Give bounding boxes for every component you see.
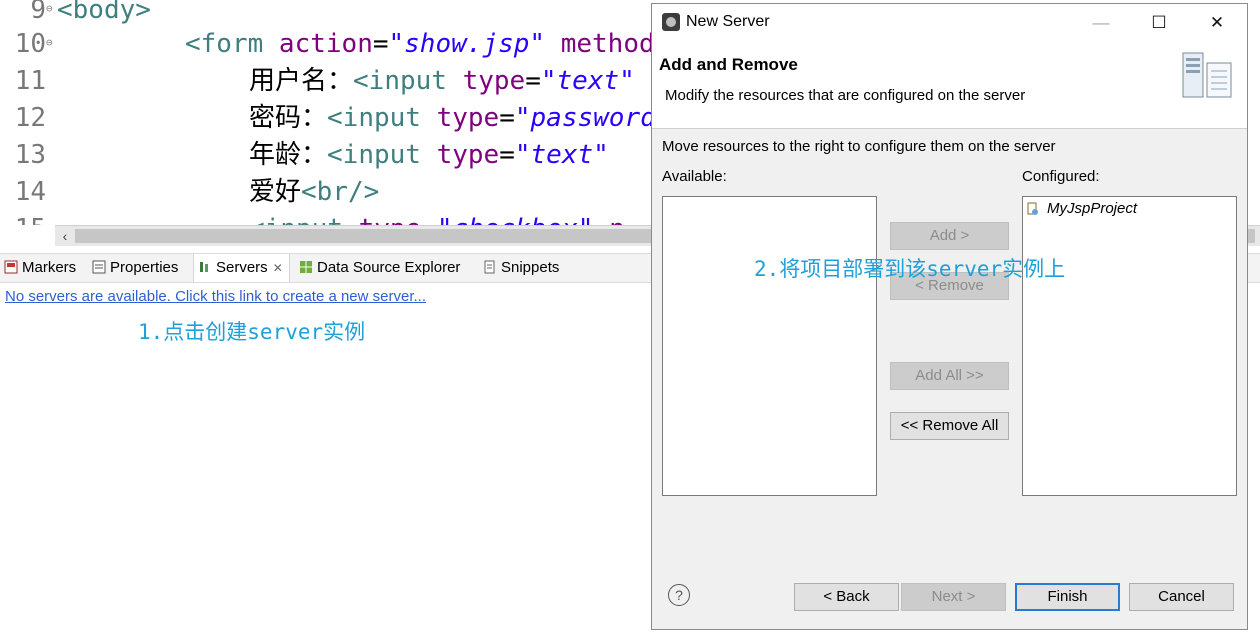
configured-list[interactable]: MyJspProject — [1022, 196, 1237, 496]
wizard-header: Add and Remove Modify the resources that… — [652, 41, 1247, 129]
configured-label: Configured: — [1022, 168, 1100, 185]
server-wizard-icon — [1182, 52, 1232, 98]
minimize-button[interactable]: — — [1072, 4, 1130, 41]
add-button[interactable]: Add > — [890, 222, 1009, 250]
available-list[interactable] — [662, 196, 877, 496]
code-text: <body> — [57, 0, 151, 25]
scroll-left-icon[interactable]: ‹ — [57, 226, 73, 246]
tab-data-source-label: Data Source Explorer — [317, 259, 461, 276]
line-number: 9 — [30, 0, 46, 25]
servers-icon — [200, 262, 208, 272]
create-new-server-link[interactable]: No servers are available. Click this lin… — [5, 288, 426, 305]
help-icon[interactable]: ? — [668, 584, 690, 606]
close-tab-icon[interactable]: ✕ — [273, 261, 283, 275]
line-number: 15 — [0, 211, 46, 225]
code-text: 爱好<br/> — [249, 177, 380, 207]
remove-all-button[interactable]: << Remove All — [890, 412, 1009, 440]
instruction-text: Move resources to the right to configure… — [662, 138, 1056, 155]
back-button[interactable]: < Back — [794, 583, 899, 611]
fold-icon[interactable]: ⊖ — [46, 0, 53, 27]
list-item[interactable]: MyJspProject — [1027, 200, 1138, 217]
maximize-button[interactable]: ☐ — [1130, 4, 1188, 41]
available-label: Available: — [662, 168, 727, 185]
tab-snippets-label: Snippets — [501, 259, 560, 276]
code-text: 年龄：<input type="text" — [249, 140, 609, 170]
line-number: 13 — [14, 140, 46, 170]
dialog-title: New Server — [686, 13, 770, 30]
configured-project-label: MyJspProject — [1047, 200, 1138, 217]
finish-button[interactable]: Finish — [1015, 583, 1120, 611]
next-button[interactable]: Next > — [901, 583, 1006, 611]
eclipse-icon — [662, 13, 680, 31]
annotation-step2: 2.将项目部署到该server实例上 — [754, 257, 1066, 281]
tab-properties[interactable]: Properties — [92, 254, 178, 282]
code-text: 密码：<input type="password" — [249, 103, 672, 133]
line-number: 10 — [14, 29, 46, 59]
line-number: 12 — [14, 103, 46, 133]
web-project-icon — [1027, 202, 1038, 215]
markers-icon — [4, 260, 18, 274]
snippets-icon — [484, 260, 495, 274]
line-number: 14 — [14, 177, 46, 207]
annotation-step1: 1.点击创建server实例 — [138, 320, 366, 344]
properties-icon — [92, 260, 106, 274]
cancel-button[interactable]: Cancel — [1129, 583, 1234, 611]
new-server-dialog: New Server — ☐ ✕ Add and Remove Modify t… — [651, 3, 1248, 630]
tab-data-source-explorer[interactable]: Data Source Explorer — [299, 254, 460, 282]
code-text: 用户名：<input type="text" — [249, 66, 635, 96]
tab-servers[interactable]: Servers ✕ — [193, 254, 290, 282]
data-source-icon — [300, 261, 312, 273]
add-all-button[interactable]: Add All >> — [890, 362, 1009, 390]
tab-markers[interactable]: Markers — [4, 254, 76, 282]
tab-properties-label: Properties — [110, 259, 179, 276]
line-number: 11 — [14, 66, 46, 96]
tab-servers-label: Servers — [216, 259, 268, 276]
tab-snippets[interactable]: Snippets — [483, 254, 559, 282]
dialog-titlebar[interactable]: New Server — ☐ ✕ — [652, 4, 1247, 41]
wizard-page-title: Add and Remove — [659, 55, 798, 74]
close-button[interactable]: ✕ — [1188, 4, 1246, 41]
code-text: <form action="show.jsp" method — [185, 29, 655, 59]
tab-markers-label: Markers — [22, 259, 77, 276]
code-text: <input type="checkbox" n — [249, 211, 625, 225]
wizard-page-description: Modify the resources that are configured… — [665, 87, 1026, 104]
fold-icon[interactable]: ⊖ — [46, 24, 53, 61]
